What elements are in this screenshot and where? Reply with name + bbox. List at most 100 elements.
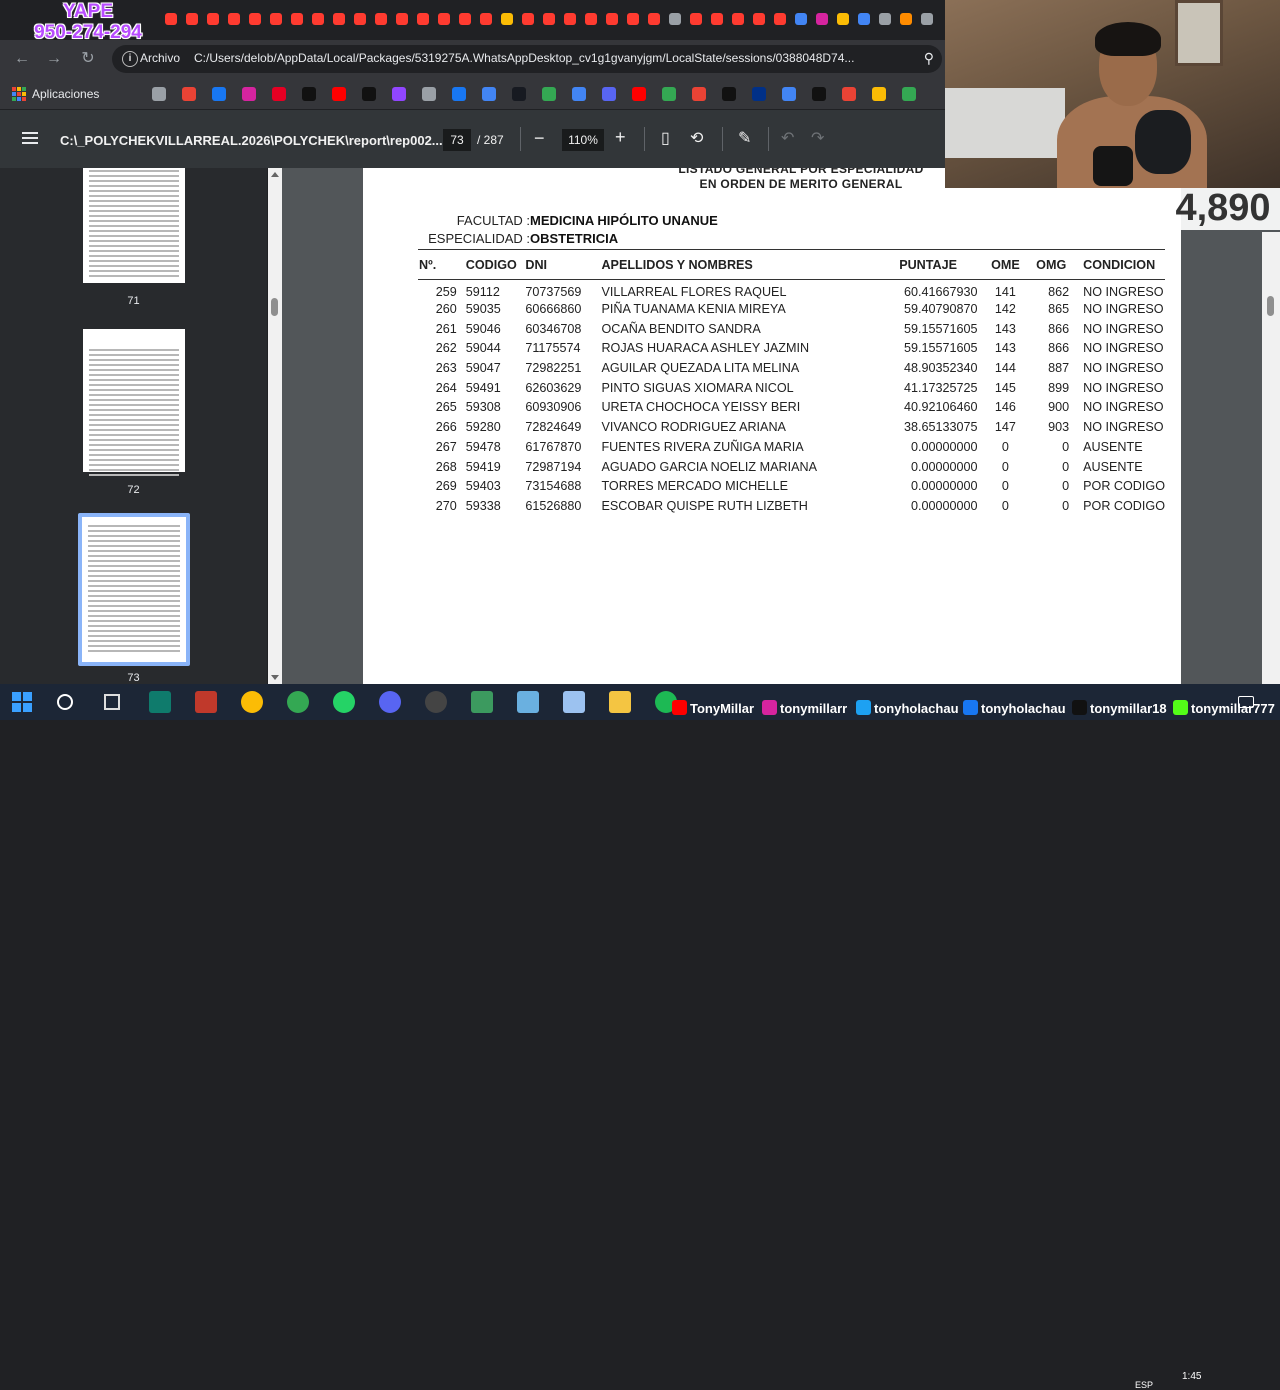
tab-favicon-icon[interactable]: [774, 13, 786, 25]
tab-favicon-icon[interactable]: [900, 13, 912, 25]
tab-favicon-icon[interactable]: [585, 13, 597, 25]
bookmark-icon[interactable]: [302, 87, 316, 101]
bookmark-icon[interactable]: [842, 87, 856, 101]
chrome-profile-icon[interactable]: [287, 691, 309, 713]
bookmark-icon[interactable]: [662, 87, 676, 101]
page-thumbnail-71[interactable]: [83, 168, 185, 283]
bookmark-icon[interactable]: [332, 87, 346, 101]
clock-time[interactable]: 1:45: [1182, 1371, 1201, 1382]
fit-page-icon[interactable]: ▯: [661, 128, 670, 148]
bookmark-apps-label[interactable]: Aplicaciones: [32, 87, 99, 101]
annotate-pen-icon[interactable]: ✎: [738, 128, 751, 148]
tab-favicon-icon[interactable]: [795, 13, 807, 25]
bookmark-icon[interactable]: [542, 87, 556, 101]
tab-favicon-icon[interactable]: [753, 13, 765, 25]
app-cloud-icon[interactable]: [563, 691, 585, 713]
bookmark-icon[interactable]: [452, 87, 466, 101]
bookmark-icon[interactable]: [512, 87, 526, 101]
page-number-input[interactable]: 73: [443, 129, 471, 151]
bookmark-icon[interactable]: [362, 87, 376, 101]
sidebar-scrollbar[interactable]: [268, 168, 282, 684]
page-thumbnail-73-selected[interactable]: [78, 513, 190, 666]
tab-favicon-icon[interactable]: [375, 13, 387, 25]
tab-favicon-icon[interactable]: [648, 13, 660, 25]
bookmark-icon[interactable]: [182, 87, 196, 101]
menu-icon[interactable]: [22, 132, 38, 144]
file-explorer-icon[interactable]: [609, 691, 631, 713]
tab-favicon-icon[interactable]: [186, 13, 198, 25]
tab-favicon-icon[interactable]: [438, 13, 450, 25]
language-indicator[interactable]: ESP: [1135, 1380, 1153, 1390]
tab-favicon-icon[interactable]: [270, 13, 282, 25]
bookmark-icon[interactable]: [902, 87, 916, 101]
tab-favicon-icon[interactable]: [858, 13, 870, 25]
tab-favicon-icon[interactable]: [501, 13, 513, 25]
tab-favicon-icon[interactable]: [837, 13, 849, 25]
zoom-in-button[interactable]: +: [615, 127, 626, 148]
tab-favicon-icon[interactable]: [627, 13, 639, 25]
bookmark-icon[interactable]: [212, 87, 226, 101]
tab-favicon-icon[interactable]: [606, 13, 618, 25]
bookmark-icon[interactable]: [692, 87, 706, 101]
forward-icon[interactable]: →: [44, 49, 64, 69]
address-bar[interactable]: i Archivo C:/Users/delob/AppData/Local/P…: [112, 45, 942, 73]
site-info-icon[interactable]: i: [122, 51, 138, 67]
tab-favicon-icon[interactable]: [564, 13, 576, 25]
search-icon[interactable]: [57, 694, 73, 710]
tab-favicon-icon[interactable]: [354, 13, 366, 25]
scroll-down-icon[interactable]: [271, 675, 279, 680]
bookmark-icon[interactable]: [242, 87, 256, 101]
tab-favicon-icon[interactable]: [921, 13, 933, 25]
rotate-icon[interactable]: ⟲: [690, 128, 703, 148]
tab-favicon-icon[interactable]: [333, 13, 345, 25]
tab-favicon-icon[interactable]: [291, 13, 303, 25]
discord-icon[interactable]: [379, 691, 401, 713]
tab-favicon-icon[interactable]: [690, 13, 702, 25]
bookmark-icon[interactable]: [572, 87, 586, 101]
tab-favicon-icon[interactable]: [669, 13, 681, 25]
whatsapp-icon[interactable]: [333, 691, 355, 713]
bookmark-icon[interactable]: [482, 87, 496, 101]
tab-favicon-icon[interactable]: [312, 13, 324, 25]
apps-grid-icon[interactable]: [12, 87, 26, 101]
tab-favicon-icon[interactable]: [249, 13, 261, 25]
bookmark-icon[interactable]: [722, 87, 736, 101]
zoom-level-input[interactable]: 110%: [562, 129, 604, 151]
bookmark-icon[interactable]: [422, 87, 436, 101]
bookmark-icon[interactable]: [782, 87, 796, 101]
reload-icon[interactable]: ↻: [78, 49, 98, 69]
chrome-icon[interactable]: [241, 691, 263, 713]
scroll-up-icon[interactable]: [271, 172, 279, 177]
bookmark-icon[interactable]: [752, 87, 766, 101]
scroll-thumb[interactable]: [1267, 296, 1274, 316]
tab-favicon-icon[interactable]: [165, 13, 177, 25]
app-calculator-icon[interactable]: [149, 691, 171, 713]
redo-icon[interactable]: ↷: [811, 128, 824, 148]
bookmark-icon[interactable]: [272, 87, 286, 101]
tab-favicon-icon[interactable]: [396, 13, 408, 25]
app-voice-icon[interactable]: [195, 691, 217, 713]
bookmark-icon[interactable]: [872, 87, 886, 101]
zoom-out-button[interactable]: −: [534, 128, 545, 149]
task-view-icon[interactable]: [104, 694, 120, 710]
undo-icon[interactable]: ↶: [781, 128, 794, 148]
scroll-thumb[interactable]: [271, 298, 278, 316]
obs-icon[interactable]: [425, 691, 447, 713]
tab-favicon-icon[interactable]: [417, 13, 429, 25]
tab-favicon-icon[interactable]: [879, 13, 891, 25]
zoom-magnifier-icon[interactable]: ⚲: [924, 50, 934, 67]
tab-favicon-icon[interactable]: [228, 13, 240, 25]
bookmark-icon[interactable]: [812, 87, 826, 101]
tab-favicon-icon[interactable]: [207, 13, 219, 25]
bookmark-icon[interactable]: [602, 87, 616, 101]
app-green-icon[interactable]: [471, 691, 493, 713]
bookmark-icon[interactable]: [392, 87, 406, 101]
bookmark-icon[interactable]: [152, 87, 166, 101]
page-thumbnail-72[interactable]: [83, 329, 185, 476]
tab-favicon-icon[interactable]: [522, 13, 534, 25]
tab-favicon-icon[interactable]: [543, 13, 555, 25]
address-url[interactable]: C:/Users/delob/AppData/Local/Packages/53…: [194, 51, 854, 65]
tab-favicon-icon[interactable]: [732, 13, 744, 25]
back-icon[interactable]: ←: [12, 49, 32, 69]
bookmark-icon[interactable]: [632, 87, 646, 101]
